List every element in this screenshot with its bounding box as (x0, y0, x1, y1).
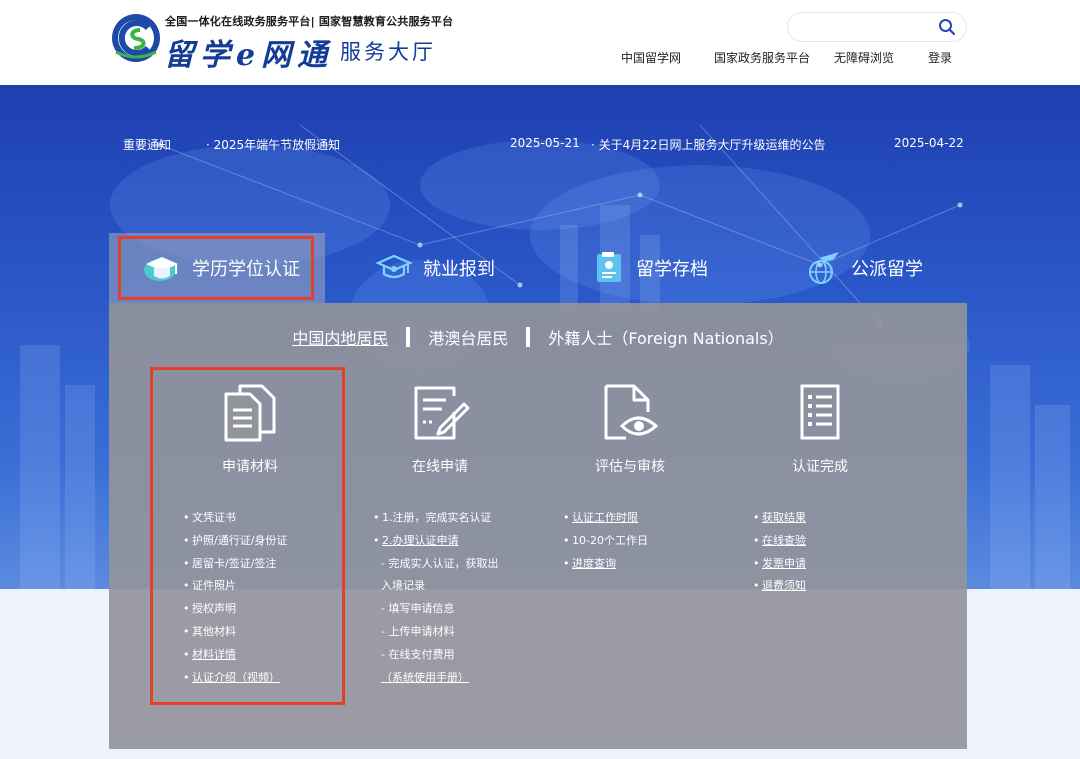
online-application-list: • 1.注册，完成实名认证 • 2.办理认证申请 - 完成实人认证，获取出 入境记录… (373, 510, 498, 692)
item-text: - 完成实人认证，获取出 (381, 556, 499, 570)
tab-study-archive[interactable]: 留学存档 (594, 233, 708, 303)
list-item: • 10-20个工作日 (563, 533, 648, 547)
list-item: - 上传申请材料 (373, 624, 498, 647)
notice-item-upgrade-announcement[interactable]: · 关于4月22日网上服务大厅升级运维的公告 (591, 136, 826, 153)
list-item: - 在线支付费用 (373, 647, 498, 670)
refund-notice-link[interactable]: 退费须知 (762, 579, 806, 592)
resident-tab-separator (526, 327, 531, 347)
tab-label: 公派留学 (851, 259, 923, 280)
resident-type-tabs: 中国内地居民 港澳台居民 外籍人士（Foreign Nationals） (109, 325, 967, 349)
notice-item-dragon-boat-holiday[interactable]: · 2025年端午节放假通知 (206, 136, 340, 153)
archive-icon (597, 252, 621, 282)
resident-tab-mainland[interactable]: 中国内地居民 (292, 325, 388, 349)
notice-date: 2025-04-22 (894, 136, 964, 150)
tab-label: 就业报到 (423, 259, 495, 280)
step-title-online-application: 在线申请 (412, 459, 468, 475)
online-verification-link[interactable]: 在线查验 (762, 534, 806, 547)
list-item: • 发票申请 (753, 556, 806, 570)
list-item: • 1.注册，完成实名认证 (373, 511, 492, 524)
globe-plane-icon (809, 252, 839, 284)
item-text: 入境记录 (381, 579, 425, 593)
list-item: • 进度查询 (563, 556, 616, 570)
site-header: 全国一体化在线政务服务平台| 国家智慧教育公共服务平台 留学e网通 服务大厅 中… (0, 0, 1080, 85)
notice-date: 2025-05-21 (510, 136, 580, 150)
edit-form-icon (414, 386, 470, 440)
notice-label: 重要通知 (123, 138, 172, 152)
tab-employment-report[interactable]: 就业报到 (375, 233, 495, 303)
search-box (787, 12, 967, 42)
evaluation-list: • 认证工作时限 • 10-20个工作日 • 进度查询 (563, 510, 648, 578)
document-eye-icon (604, 384, 659, 440)
list-item: • 获取结果 (753, 511, 806, 524)
get-result-link[interactable]: 获取结果 (762, 511, 806, 524)
invoice-request-link[interactable]: 发票申请 (762, 557, 806, 570)
step-title-evaluation-review: 评估与审核 (595, 459, 665, 475)
item-text: - 上传申请材料 (381, 624, 455, 638)
completion-list: • 获取结果 • 在线查验 • 发票申请 • 退费须知 (753, 510, 806, 601)
highlight-box-materials (150, 367, 345, 705)
mortarboard-icon (375, 254, 413, 279)
tab-label: 留学存档 (636, 259, 708, 280)
nav-gov-service-platform[interactable]: 国家政务服务平台 (714, 49, 810, 66)
certification-time-limit-link[interactable]: 认证工作时限 (572, 511, 638, 524)
list-item: 入境记录 (373, 578, 498, 601)
resident-tab-separator (406, 327, 411, 347)
nav-study-abroad-net[interactable]: 中国留学网 (621, 49, 681, 66)
checklist-icon (800, 384, 840, 440)
list-item: - 完成实人认证，获取出 (373, 556, 498, 579)
system-manual-link[interactable]: （系统使用手册） (381, 671, 469, 684)
nav-login[interactable]: 登录 (928, 49, 952, 66)
step-title-certification-complete: 认证完成 (792, 459, 848, 475)
list-item: • 在线查验 (753, 533, 806, 547)
search-icon[interactable] (938, 18, 956, 36)
item-text: - 填写申请信息 (381, 602, 455, 616)
logo-icon (112, 14, 160, 62)
list-item: • 退费须知 (753, 579, 806, 593)
logo-title: 留学e网通 (164, 38, 334, 73)
list-item: （系统使用手册） (373, 670, 498, 693)
list-item: - 填写申请信息 (373, 601, 498, 624)
item-text: 10-20个工作日 (572, 533, 648, 547)
tab-government-sponsored-study[interactable]: 公派留学 (803, 233, 923, 303)
progress-query-link[interactable]: 进度查询 (572, 557, 616, 570)
list-item: • 认证工作时限 (563, 511, 638, 524)
highlight-box-active-tab (118, 236, 314, 300)
resident-tab-foreign-nationals[interactable]: 外籍人士（Foreign Nationals） (548, 325, 783, 349)
resident-tab-hk-macao-taiwan[interactable]: 港澳台居民 (428, 325, 508, 349)
logo-subtitle: 服务大厅 (340, 40, 436, 64)
logo-tagline: 全国一体化在线政务服务平台| 国家智慧教育公共服务平台 (165, 15, 454, 28)
item-text: 1.注册，完成实名认证 (382, 511, 492, 524)
apply-certification-link[interactable]: 2.办理认证申请 (382, 534, 459, 547)
nav-accessibility[interactable]: 无障碍浏览 (834, 49, 894, 66)
search-input[interactable] (800, 18, 930, 38)
item-text: - 在线支付费用 (381, 647, 455, 661)
list-item: • 2.办理认证申请 (373, 533, 459, 547)
